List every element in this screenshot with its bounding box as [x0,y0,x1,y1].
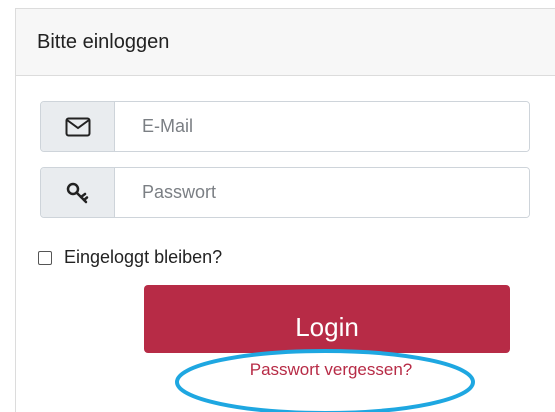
forgot-password-link[interactable]: Passwort vergessen? [231,360,431,380]
login-button[interactable]: Login [144,285,510,353]
remember-label: Eingeloggt bleiben? [64,247,223,267]
remember-me[interactable]: Eingeloggt bleiben? [38,247,222,268]
envelope-icon [41,102,115,151]
password-input-group [40,167,530,218]
email-input[interactable] [115,102,529,151]
password-input[interactable] [115,168,529,217]
panel-header: Bitte einloggen [16,9,555,76]
key-icon [41,168,115,217]
panel-title: Bitte einloggen [37,30,170,53]
email-input-group [40,101,530,152]
remember-checkbox[interactable] [38,250,52,265]
login-panel: Bitte einloggen Eingeloggt bleiben? Logi… [15,8,555,412]
